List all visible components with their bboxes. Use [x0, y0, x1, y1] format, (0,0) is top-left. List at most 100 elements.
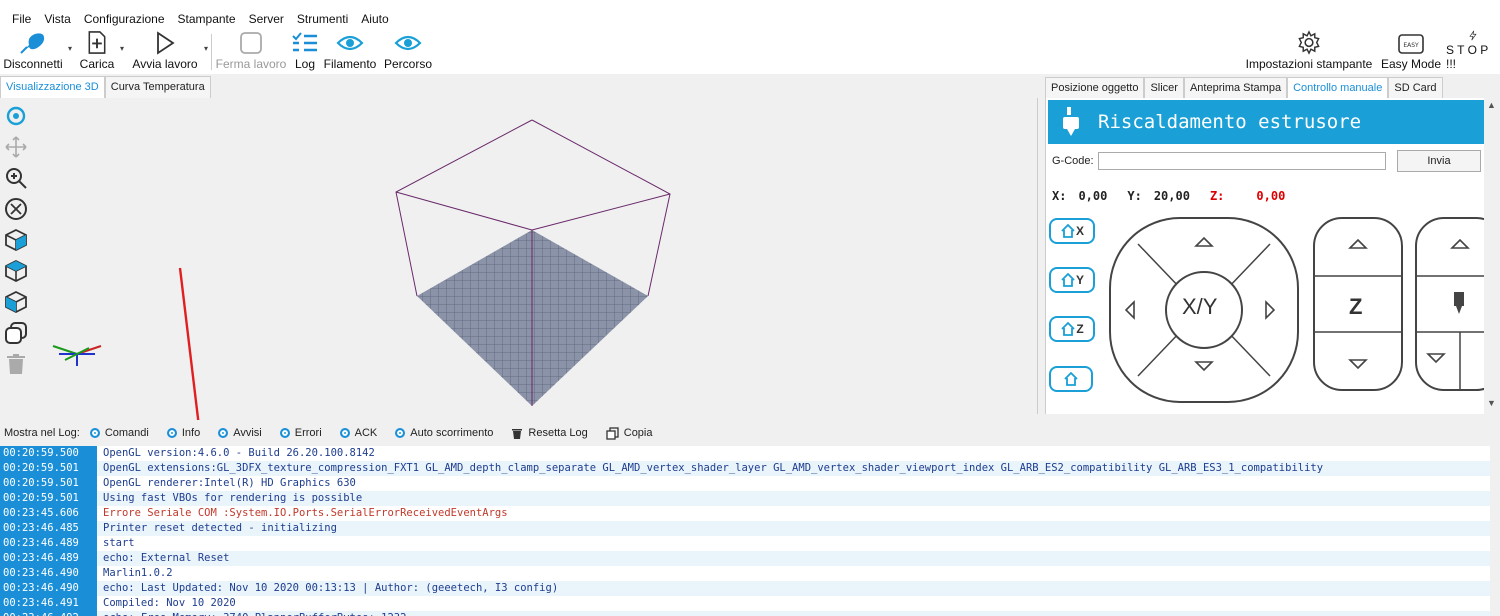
home-icon	[1061, 224, 1075, 238]
menu-tools[interactable]: Strumenti	[297, 12, 348, 26]
filter-info[interactable]: Info	[166, 427, 200, 439]
menu-view[interactable]: Vista	[44, 12, 70, 26]
menu-server[interactable]: Server	[249, 12, 284, 26]
disconnect-button[interactable]: Disconnetti	[2, 30, 64, 74]
view-tabs: Visualizzazione 3D Curva Temperatura	[0, 76, 211, 98]
scroll-down-arrow[interactable]: ▼	[1487, 398, 1496, 408]
z-coord-label: Z:	[1209, 189, 1225, 203]
menu-configuration[interactable]: Configurazione	[84, 12, 165, 26]
fit-view-button[interactable]	[2, 193, 30, 224]
log-message: Marlin1.0.2	[103, 567, 173, 579]
gcode-input[interactable]	[1097, 152, 1386, 170]
tab-object-position[interactable]: Posizione oggetto	[1045, 77, 1145, 99]
log-message: echo: Free Memory: 3740 PlannerBufferByt…	[103, 611, 406, 616]
log-row[interactable]: 00:23:46.492 echo: Free Memory: 3740 Plan…	[0, 611, 1490, 616]
tab-3d-view[interactable]: Visualizzazione 3D	[0, 76, 105, 98]
start-dropdown-caret[interactable]: ▾	[204, 44, 208, 53]
tab-sd-card[interactable]: SD Card	[1388, 77, 1443, 99]
extruder-jog-pad[interactable]	[1414, 216, 1486, 392]
printer-settings-button[interactable]: Impostazioni stampante	[1244, 30, 1374, 74]
send-button[interactable]: Invia	[1397, 150, 1481, 172]
load-button[interactable]: Carica	[78, 30, 116, 74]
log-row[interactable]: 00:23:46.489 echo: External Reset	[0, 551, 1490, 566]
3d-viewport[interactable]	[0, 98, 1038, 514]
top-view-button[interactable]	[2, 255, 30, 286]
cube-icon	[5, 259, 27, 282]
panel-scrollbar[interactable]: ▲ ▼	[1484, 98, 1500, 414]
cube-icon	[5, 228, 27, 251]
log-row[interactable]: 00:23:46.490 echo: Last Updated: Nov 10 2…	[0, 581, 1490, 596]
move-view-button[interactable]	[2, 131, 30, 162]
menu-file[interactable]: File	[12, 12, 31, 26]
log-timestamp: 00:20:59.501	[0, 476, 97, 491]
z-coord-value: 0,00	[1256, 189, 1286, 203]
filter-warnings[interactable]: Avvisi	[218, 427, 262, 439]
copy-log-label: Copia	[623, 427, 653, 439]
copy-log-button[interactable]: Copia	[606, 426, 653, 440]
home-icon	[1061, 273, 1075, 287]
delete-object-button[interactable]	[2, 348, 30, 379]
easy-mode-button[interactable]: EASY Easy Mode	[1380, 30, 1442, 74]
log-message: Errore Seriale COM :System.IO.Ports.Seri…	[103, 507, 508, 519]
log-timestamp: 00:20:59.500	[0, 446, 97, 461]
home-y-button[interactable]: Y	[1049, 267, 1095, 293]
tab-temperature-curve[interactable]: Curva Temperatura	[104, 76, 211, 98]
tab-manual-control[interactable]: Controllo manuale	[1287, 77, 1389, 99]
trash-icon	[7, 353, 25, 374]
log-row[interactable]: 00:23:46.485 Printer reset detected - ini…	[0, 521, 1490, 536]
move-arrows-icon	[5, 135, 27, 158]
filter-ack[interactable]: ACK	[339, 427, 377, 439]
home-x-label: X	[1075, 224, 1084, 238]
menu-printer[interactable]: Stampante	[178, 12, 236, 26]
filter-commands-label: Comandi	[104, 427, 149, 439]
log-button[interactable]: Log	[290, 30, 320, 74]
home-z-button[interactable]: Z	[1049, 316, 1095, 342]
extruder-icon	[1063, 107, 1079, 136]
svg-text:EASY: EASY	[1403, 42, 1419, 49]
log-row[interactable]: 00:23:46.489 start	[0, 536, 1490, 551]
filter-autoscroll[interactable]: Auto scorrimento	[395, 427, 493, 439]
menu-help[interactable]: Aiuto	[361, 12, 388, 26]
log-list[interactable]: 00:20:59.500 OpenGL version:4.6.0 - Build…	[0, 446, 1500, 616]
emergency-stop-button[interactable]: S T O P !!!	[1446, 30, 1500, 74]
log-row[interactable]: 00:23:46.491 Compiled: Nov 10 2020	[0, 596, 1490, 611]
log-row[interactable]: 00:20:59.501 OpenGL renderer:Intel(R) HD …	[0, 476, 1490, 491]
disconnect-dropdown-caret[interactable]: ▾	[68, 44, 72, 53]
path-button[interactable]: Percorso	[382, 30, 434, 74]
window-titlebar	[0, 0, 1500, 8]
start-job-button[interactable]: Avvia lavoro	[130, 30, 200, 74]
manual-control-panel: Riscaldamento estrusore G-Code: Invia X:…	[1045, 98, 1500, 414]
y-coord-value: 20,00	[1153, 189, 1190, 203]
copy-objects-button[interactable]	[2, 317, 30, 348]
radio-indicator	[279, 428, 290, 438]
log-row[interactable]: 00:20:59.500 OpenGL version:4.6.0 - Build…	[0, 446, 1490, 461]
rotate-icon	[6, 106, 26, 125]
front-view-button[interactable]	[2, 224, 30, 255]
play-icon	[157, 31, 175, 55]
toolbar: Disconnetti ▾ Carica ▾ Avvia lavoro ▾ Fe…	[0, 30, 1500, 74]
filament-button[interactable]: Filamento	[322, 30, 378, 74]
start-job-label: Avvia lavoro	[132, 57, 198, 71]
side-view-button[interactable]	[2, 286, 30, 317]
log-timestamp: 00:23:46.492	[0, 611, 97, 616]
filter-commands[interactable]: Comandi	[89, 427, 149, 439]
log-scrollbar[interactable]	[1490, 446, 1500, 616]
log-row[interactable]: 00:20:59.501 Using fast VBOs for renderin…	[0, 491, 1490, 506]
filter-errors[interactable]: Errori	[279, 427, 322, 439]
home-all-button[interactable]	[1049, 366, 1093, 392]
log-row[interactable]: 00:23:46.490 Marlin1.0.2	[0, 566, 1490, 581]
gear-icon	[1298, 30, 1320, 55]
tab-slicer[interactable]: Slicer	[1144, 77, 1184, 99]
scroll-up-arrow[interactable]: ▲	[1487, 100, 1496, 110]
log-row[interactable]: 00:23:45.606 Errore Seriale COM :System.I…	[0, 506, 1490, 521]
stop-job-button[interactable]: Ferma lavoro	[214, 30, 288, 74]
home-x-button[interactable]: X	[1049, 218, 1095, 244]
zoom-view-button[interactable]	[2, 162, 30, 193]
log-label: Log	[294, 57, 316, 71]
log-timestamp: 00:20:59.501	[0, 491, 97, 506]
rotate-view-button[interactable]	[2, 100, 30, 131]
reset-log-button[interactable]: Resetta Log	[511, 427, 588, 440]
tab-print-preview[interactable]: Anteprima Stampa	[1183, 77, 1288, 99]
log-row[interactable]: 00:20:59.501 OpenGL extensions:GL_3DFX_te…	[0, 461, 1490, 476]
load-dropdown-caret[interactable]: ▾	[120, 44, 124, 53]
